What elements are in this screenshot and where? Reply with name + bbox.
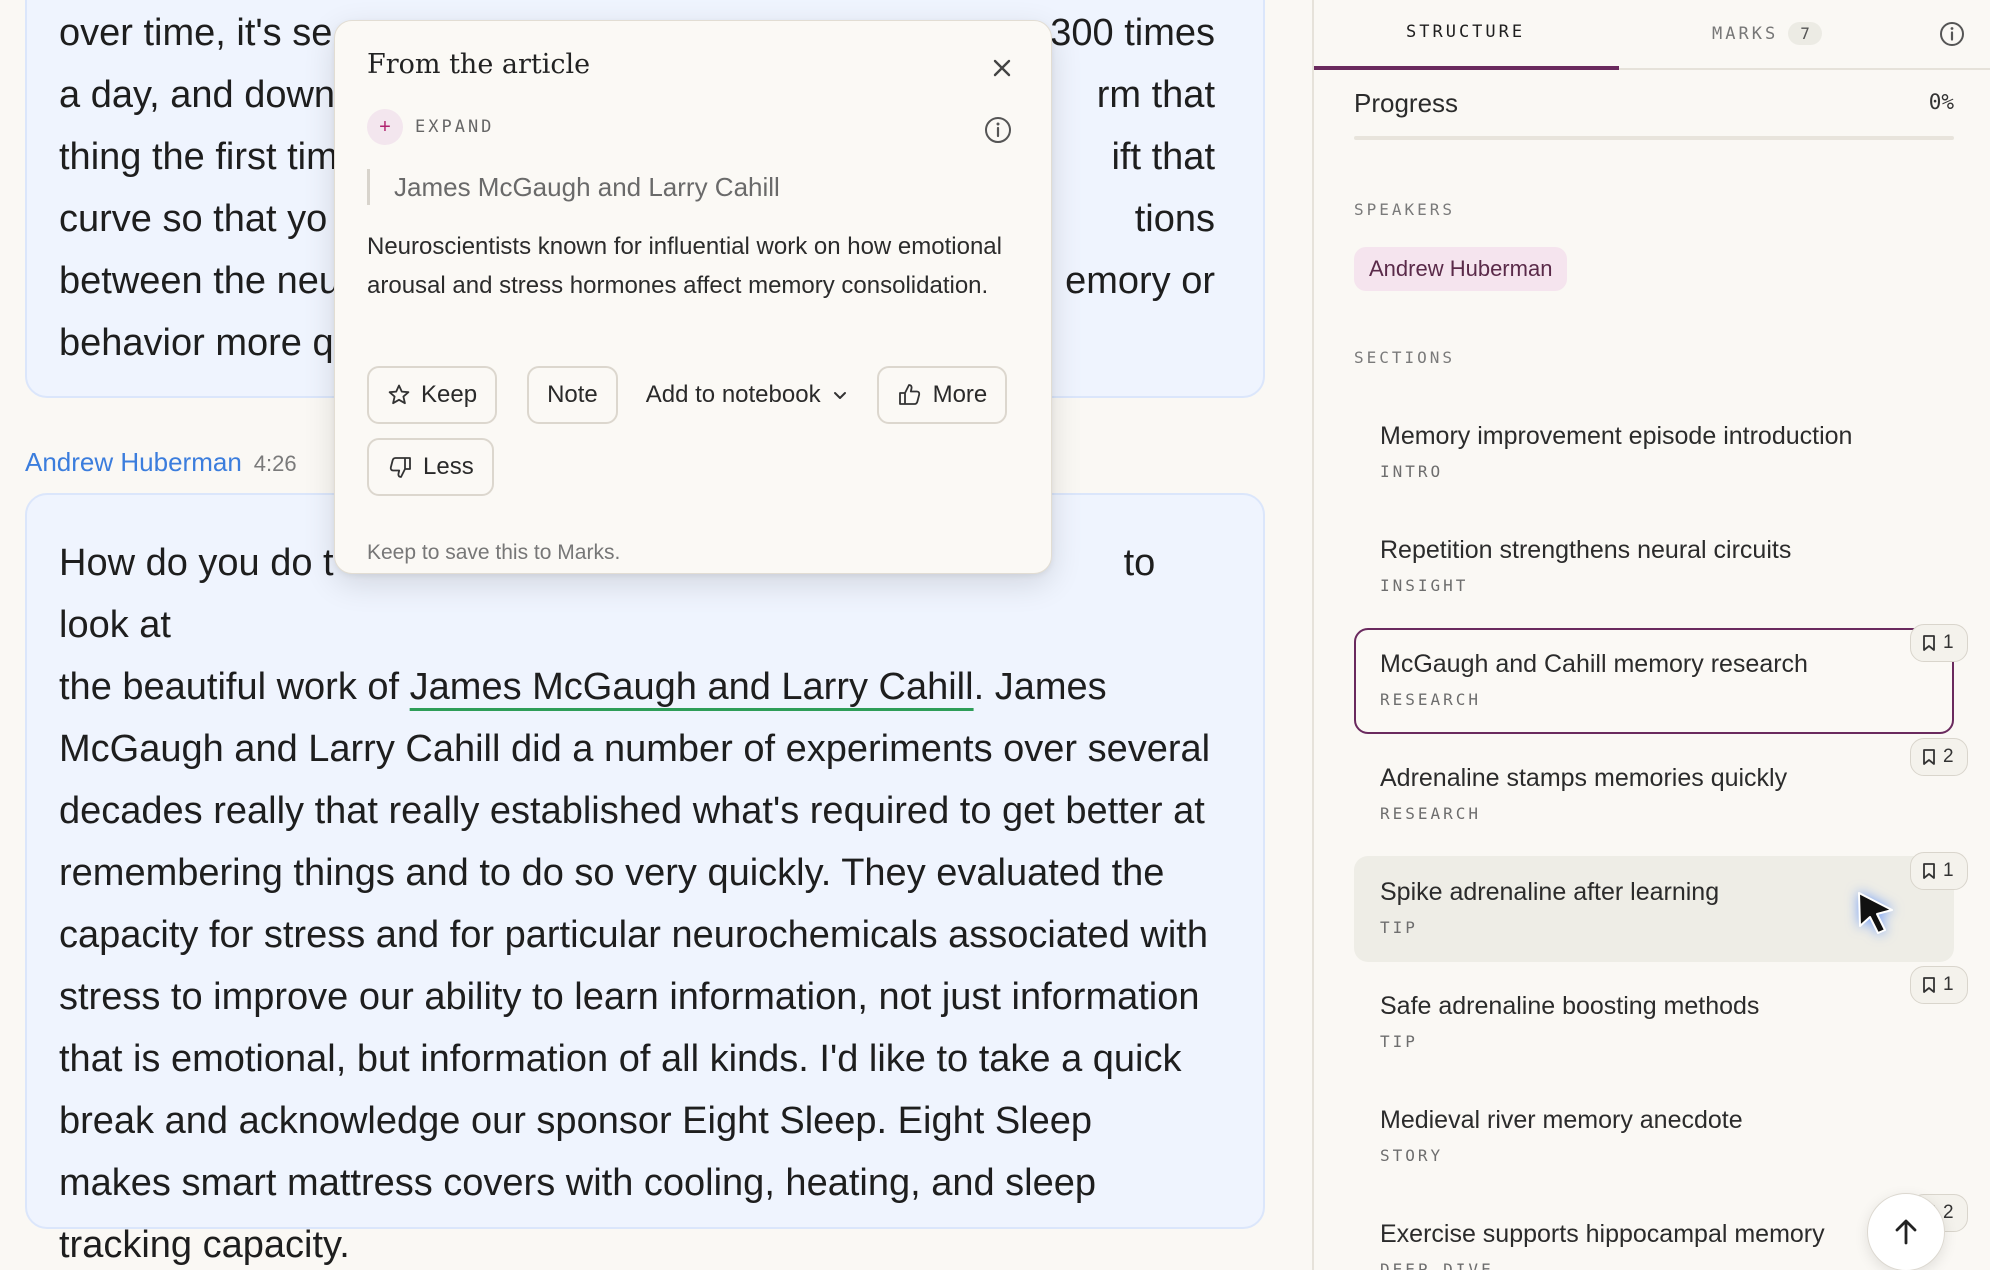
active-tab-indicator	[1314, 66, 1619, 70]
arrow-up-icon	[1895, 1219, 1917, 1245]
speaker-name-link[interactable]: Andrew Huberman	[25, 447, 242, 478]
sidebar-tabs: STRUCTURE MARKS 7	[1314, 0, 1990, 70]
progress-value: 0%	[1928, 90, 1954, 114]
thumbs-up-icon	[898, 384, 920, 405]
transcript-text: How do you do t to look at the beautiful …	[59, 542, 1211, 1266]
thumbs-down-icon	[389, 457, 411, 478]
sections-heading: SECTIONS	[1354, 348, 1456, 367]
popover-hint: Keep to save this to Marks.	[367, 541, 621, 564]
popover-actions: Keep Note Add to notebook More Less	[367, 366, 1027, 496]
marks-count: 1	[1943, 860, 1954, 881]
speaker-chip[interactable]: Andrew Huberman	[1354, 247, 1568, 291]
progress-bar	[1354, 136, 1954, 140]
marks-count: 2	[1943, 746, 1954, 767]
bookmark-icon	[1923, 635, 1935, 651]
structure-sidebar: STRUCTURE MARKS 7 Progress 0% SPEAKERS A…	[1312, 0, 1990, 1270]
expand-label: EXPAND	[415, 117, 495, 137]
section-item[interactable]: McGaugh and Cahill memory research RESEAR…	[1354, 624, 1968, 734]
section-title: McGaugh and Cahill memory research	[1380, 650, 1808, 678]
section-title: Adrenaline stamps memories quickly	[1380, 764, 1788, 792]
entity-quote: James McGaugh and Larry Cahill	[367, 169, 780, 205]
expand-toggle[interactable]: + EXPAND	[367, 109, 494, 145]
bookmark-icon	[1923, 749, 1935, 765]
section-title: Safe adrenaline boosting methods	[1380, 992, 1760, 1020]
tab-marks[interactable]: MARKS 7	[1712, 22, 1822, 45]
section-marks-badge[interactable]: 1	[1910, 624, 1968, 662]
section-tag: RESEARCH	[1380, 690, 1482, 709]
section-title: Medieval river memory anecdote	[1380, 1106, 1743, 1134]
section-item[interactable]: Medieval river memory anecdote STORY	[1354, 1084, 1954, 1190]
speaker-line: Andrew Huberman 4:26	[25, 447, 297, 478]
section-marks-badge[interactable]: 1	[1910, 966, 1968, 1004]
section-title: Spike adrenaline after learning	[1380, 878, 1720, 906]
scroll-to-top-button[interactable]	[1867, 1193, 1945, 1270]
transcript-card-active: How do you do t to look at the beautiful …	[25, 493, 1265, 1266]
plus-icon: +	[367, 109, 403, 145]
section-item[interactable]: Safe adrenaline boosting methods TIP 1	[1354, 966, 1968, 1076]
bookmark-icon	[1923, 863, 1935, 879]
section-tag: TIP	[1380, 918, 1418, 937]
note-button[interactable]: Note	[527, 366, 618, 424]
section-tag: INTRO	[1380, 462, 1444, 481]
info-icon[interactable]	[983, 115, 1013, 145]
keep-button[interactable]: Keep	[367, 366, 498, 424]
star-icon	[388, 384, 410, 405]
section-title: Memory improvement episode introduction	[1380, 422, 1853, 450]
info-icon[interactable]	[1938, 20, 1966, 48]
tab-structure[interactable]: STRUCTURE	[1406, 22, 1525, 42]
marks-count: 1	[1943, 974, 1954, 995]
progress-label: Progress	[1354, 88, 1459, 118]
close-icon	[993, 59, 1011, 77]
speakers-heading: SPEAKERS	[1354, 200, 1456, 219]
section-item[interactable]: Adrenaline stamps memories quickly RESEAR…	[1354, 738, 1968, 848]
section-title: Exercise supports hippocampal memory	[1380, 1220, 1825, 1248]
entity-popover: From the article + EXPAND James McGaugh …	[334, 20, 1052, 574]
marks-count-badge: 7	[1788, 22, 1822, 45]
entity-highlight[interactable]: James McGaugh and Larry Cahill	[410, 666, 974, 708]
marks-count: 1	[1943, 632, 1954, 653]
section-item[interactable]: Exercise supports hippocampal memory DEEP…	[1354, 1194, 1968, 1270]
section-title: Repetition strengthens neural circuits	[1380, 536, 1792, 564]
section-tag: TIP	[1380, 1032, 1418, 1051]
section-marks-badge[interactable]: 2	[1910, 738, 1968, 776]
less-button[interactable]: Less	[367, 438, 494, 496]
bookmark-icon	[1923, 977, 1935, 993]
close-button[interactable]	[985, 51, 1019, 85]
add-to-notebook-dropdown[interactable]: Add to notebook	[633, 366, 861, 424]
chevron-down-icon	[833, 392, 846, 399]
section-item[interactable]: Repetition strengthens neural circuits IN…	[1354, 514, 1954, 620]
section-tag: DEEP DIVE	[1380, 1260, 1494, 1270]
entity-description: Neuroscientists known for influential wo…	[367, 233, 1002, 299]
marks-count: 2	[1943, 1202, 1954, 1223]
section-tag: RESEARCH	[1380, 804, 1482, 823]
more-button[interactable]: More	[876, 366, 1008, 424]
section-item[interactable]: Memory improvement episode introduction I…	[1354, 400, 1954, 506]
cursor-pointer-icon	[1858, 892, 1893, 934]
timestamp[interactable]: 4:26	[254, 451, 297, 477]
section-tag: STORY	[1380, 1146, 1444, 1165]
popover-title: From the article	[367, 49, 591, 80]
section-tag: INSIGHT	[1380, 576, 1469, 595]
section-marks-badge[interactable]: 1	[1910, 852, 1968, 890]
